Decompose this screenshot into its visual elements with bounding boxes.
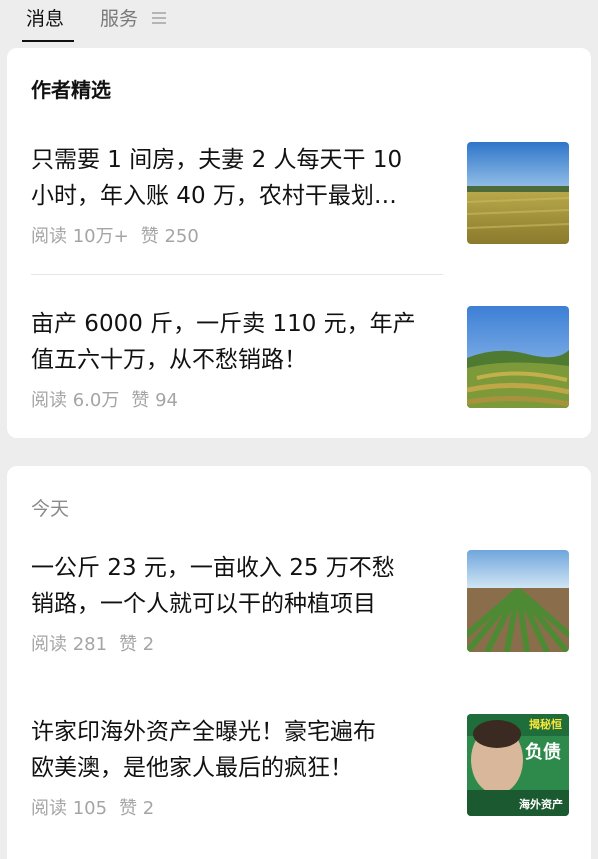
article-item[interactable]: 许家印海外资产全曝光！豪宅遍布 欧美澳，是他家人最后的疯狂！ 阅读 105 赞 2…: [31, 714, 583, 834]
read-count: 阅读 105: [31, 798, 108, 819]
date-label: 今天: [31, 498, 70, 520]
like-count: 赞 2: [119, 634, 155, 655]
read-count: 阅读 10万+: [31, 226, 129, 247]
read-count: 阅读 6.0万: [31, 390, 120, 411]
article-item[interactable]: 亩产 6000 斤，一斤卖 110 元，年产 值五六十万，从不愁销路！ 阅读 6…: [31, 306, 583, 426]
divider: [31, 274, 443, 275]
article-title[interactable]: 只需要 1 间房，夫妻 2 人每天干 10 小时，年入账 40 万，农村干最划…: [31, 142, 451, 214]
read-count: 阅读 281: [31, 634, 108, 655]
article-meta: 阅读 10万+ 赞 250: [31, 222, 199, 248]
crop-rows-image[interactable]: [467, 550, 569, 652]
rice-field-image[interactable]: [467, 142, 569, 244]
article-title[interactable]: 许家印海外资产全曝光！豪宅遍布 欧美澳，是他家人最后的疯狂！: [31, 714, 451, 786]
article-meta: 阅读 6.0万赞 94: [31, 386, 178, 412]
top-tab-bar: 消息 服务: [0, 0, 598, 44]
section-title: 作者精选: [31, 78, 111, 102]
article-title[interactable]: 亩产 6000 斤，一斤卖 110 元，年产 值五六十万，从不愁销路！: [31, 306, 451, 378]
article-title[interactable]: 一公斤 23 元，一亩收入 25 万不愁 销路，一个人就可以干的种植项目: [31, 550, 451, 622]
thumb-caption: 海外资产: [519, 798, 563, 811]
thumb-caption: 负债: [525, 742, 561, 763]
news-portrait-image[interactable]: 揭秘恒 负债 海外资产: [467, 714, 569, 816]
article-meta: 阅读 105 赞 2: [31, 794, 154, 820]
today-card: 今天 一公斤 23 元，一亩收入 25 万不愁 销路，一个人就可以干的种植项目 …: [7, 466, 591, 859]
menu-icon[interactable]: [152, 12, 166, 24]
article-item[interactable]: 一公斤 23 元，一亩收入 25 万不愁 销路，一个人就可以干的种植项目 阅读 …: [31, 550, 583, 670]
active-tab-indicator: [22, 40, 74, 42]
tab-services[interactable]: 服务: [100, 6, 138, 32]
like-count: 赞 2: [119, 798, 155, 819]
article-meta: 阅读 281 赞 2: [31, 630, 154, 656]
article-item[interactable]: 只需要 1 间房，夫妻 2 人每天干 10 小时，年入账 40 万，农村干最划……: [31, 142, 583, 262]
thumb-caption: 揭秘恒: [529, 718, 562, 731]
like-count: 赞 250: [140, 226, 199, 247]
tab-messages[interactable]: 消息: [26, 6, 64, 32]
terraced-field-image[interactable]: [467, 306, 569, 408]
like-count: 赞 94: [131, 390, 178, 411]
featured-card: 作者精选 只需要 1 间房，夫妻 2 人每天干 10 小时，年入账 40 万，农…: [7, 48, 591, 438]
